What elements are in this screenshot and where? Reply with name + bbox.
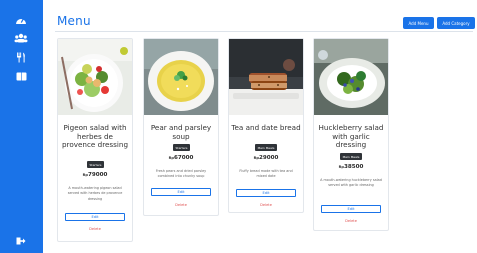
menu-item-name: Huckleberry salad with garlic dressing <box>318 123 384 149</box>
menu-item-name: Pear and parsley soup <box>150 123 212 141</box>
edit-button[interactable]: Edit <box>321 205 381 213</box>
delete-link[interactable]: Delete <box>60 227 130 231</box>
food-image <box>229 39 303 115</box>
food-image <box>58 39 132 115</box>
menu-card: Tea and date bread Main Meals Rp29000 Fl… <box>228 38 304 213</box>
dashboard-icon[interactable] <box>13 14 29 26</box>
group-icon[interactable] <box>13 32 29 44</box>
app: Menu Add Menu Add Category Pigeon salad … <box>0 0 477 253</box>
category-badge: Starters <box>173 144 190 151</box>
menu-item-price: Rp29000 <box>253 155 279 161</box>
menu-item-description: Fluffy bread made with tea and mixed dat… <box>239 169 293 179</box>
menu-card: Pigeon salad with herbes de provence dre… <box>57 38 133 242</box>
food-image <box>314 39 388 115</box>
menu-item-price: Rp79000 <box>82 172 108 178</box>
add-category-button[interactable]: Add Category <box>437 17 475 29</box>
menu-item-name: Pigeon salad with herbes de provence dre… <box>61 123 129 149</box>
menu-card: Pear and parsley soup Starters Rp67000 F… <box>143 38 219 216</box>
menu-item-description: Fresh pears and dried parsley combined i… <box>155 169 207 179</box>
edit-button[interactable]: Edit <box>151 188 211 196</box>
sidebar <box>0 0 43 253</box>
menu-item-description: A mouth-watering huckleberry salad serve… <box>320 178 382 188</box>
edit-button[interactable]: Edit <box>236 189 296 197</box>
restaurant-icon[interactable] <box>13 51 29 63</box>
delete-link[interactable]: Delete <box>146 203 216 207</box>
add-menu-button[interactable]: Add Menu <box>403 17 434 29</box>
menu-book-icon[interactable] <box>13 70 29 82</box>
delete-link[interactable]: Delete <box>316 219 386 223</box>
category-badge: Main Meals <box>255 144 277 151</box>
menu-card: Huckleberry salad with garlic dressing M… <box>313 38 389 231</box>
title-divider <box>55 31 473 32</box>
food-image <box>144 39 218 115</box>
logout-icon[interactable] <box>13 235 29 247</box>
delete-link[interactable]: Delete <box>231 203 301 207</box>
edit-button[interactable]: Edit <box>65 213 125 221</box>
menu-item-price: Rp38500 <box>338 164 364 170</box>
category-badge: Main Meals <box>340 153 362 160</box>
menu-item-price: Rp67000 <box>168 155 194 161</box>
category-badge: Starters <box>87 161 104 168</box>
menu-item-name: Tea and date bread <box>231 123 301 132</box>
menu-item-description: A mouth-watering pigeon salad served wit… <box>67 186 123 201</box>
page-title: Menu <box>57 14 91 28</box>
